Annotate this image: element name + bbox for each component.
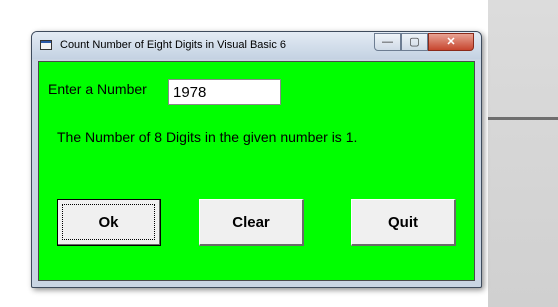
result-label: The Number of 8 Digits in the given numb… xyxy=(57,129,358,145)
ok-button[interactable]: Ok xyxy=(57,199,161,246)
minimize-button[interactable]: — xyxy=(374,33,401,51)
app-window: Count Number of Eight Digits in Visual B… xyxy=(31,31,482,288)
clear-button[interactable]: Clear xyxy=(199,199,304,246)
clear-button-label: Clear xyxy=(232,213,270,231)
close-icon: ✕ xyxy=(446,36,456,48)
close-button[interactable]: ✕ xyxy=(428,33,474,51)
app-icon xyxy=(40,40,52,50)
maximize-button[interactable]: ▢ xyxy=(401,33,428,51)
title-bar[interactable]: Count Number of Eight Digits in Visual B… xyxy=(32,32,481,59)
focus-rectangle xyxy=(62,204,155,240)
minimize-icon: — xyxy=(382,36,393,48)
enter-number-label: Enter a Number xyxy=(48,81,147,97)
quit-button-label: Quit xyxy=(388,213,418,231)
number-input[interactable] xyxy=(168,79,281,105)
desktop-background xyxy=(488,0,558,307)
desktop-divider xyxy=(488,117,558,120)
maximize-icon: ▢ xyxy=(409,36,420,48)
window-title: Count Number of Eight Digits in Visual B… xyxy=(60,39,287,51)
quit-button[interactable]: Quit xyxy=(351,199,456,246)
form-client-area: Enter a Number The Number of 8 Digits in… xyxy=(38,61,475,281)
